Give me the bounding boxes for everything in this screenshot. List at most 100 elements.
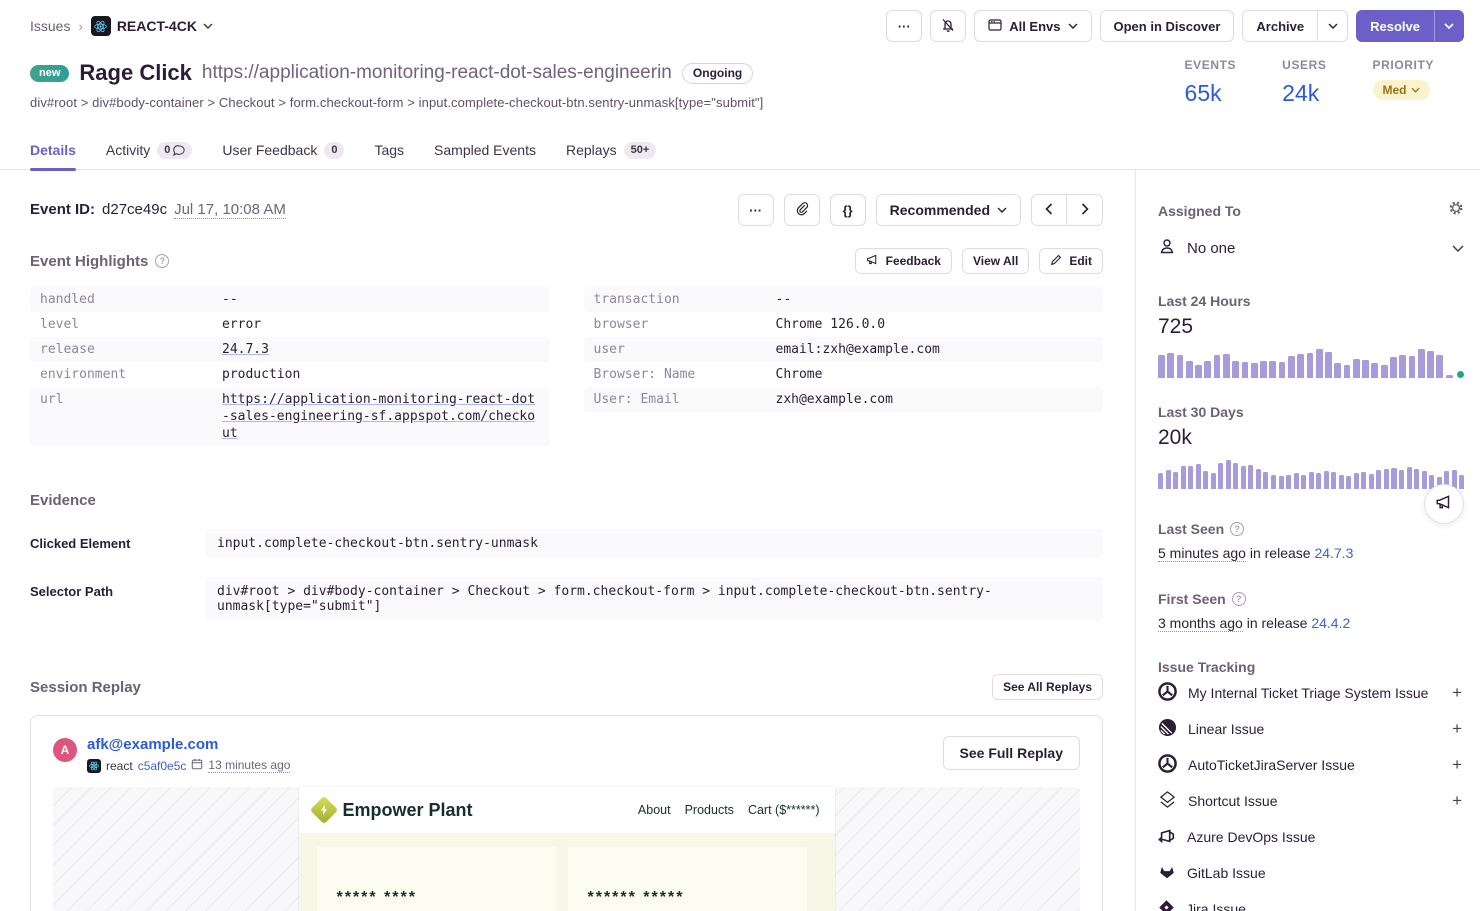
histogram-bar xyxy=(1196,464,1201,489)
mute-button[interactable] xyxy=(930,10,966,42)
site-nav-about: About xyxy=(638,803,671,817)
tab-activity[interactable]: Activity 0 xyxy=(106,130,192,170)
histogram-bar xyxy=(1288,356,1295,378)
histogram-bar xyxy=(1158,473,1163,489)
add-issue-button[interactable]: + xyxy=(1450,683,1464,703)
replay-id-link[interactable]: c5af0e5c xyxy=(138,759,187,773)
histogram-bar xyxy=(1427,351,1434,378)
tab-details[interactable]: Details xyxy=(30,130,76,170)
last-seen-value: 5 minutes ago in release 24.7.3 xyxy=(1158,545,1464,561)
replay-preview[interactable]: Empower Plant About Products Cart ($****… xyxy=(53,787,1080,911)
breadcrumb: Issues › REACT-4CK xyxy=(30,16,213,36)
archive-caret-button[interactable] xyxy=(1318,10,1348,42)
session-replay-heading: Session Replay xyxy=(30,679,141,696)
resolve-button[interactable]: Resolve xyxy=(1356,10,1434,42)
replay-user-link[interactable]: afk@example.com xyxy=(87,736,218,753)
tracking-item-label: Azure DevOps Issue xyxy=(1187,829,1449,845)
environments-label: All Envs xyxy=(1009,19,1060,34)
tracking-item-internal-triage[interactable]: My Internal Ticket Triage System Issue + xyxy=(1158,675,1464,711)
histogram-bar xyxy=(1286,475,1291,489)
help-icon[interactable]: ? xyxy=(155,254,169,268)
status-badge[interactable]: Ongoing xyxy=(682,63,753,84)
feedback-count-badge: 0 xyxy=(324,142,344,159)
histogram-bar xyxy=(1362,360,1369,378)
breadcrumb-issues-link[interactable]: Issues xyxy=(30,18,70,34)
recommended-dropdown[interactable]: Recommended xyxy=(876,194,1021,226)
last-seen-release-link[interactable]: 24.7.3 xyxy=(1314,545,1353,561)
stat-priority: PRIORITY Med xyxy=(1373,58,1434,107)
next-event-button[interactable] xyxy=(1067,194,1103,226)
histogram-bar xyxy=(1325,352,1332,378)
previous-event-button[interactable] xyxy=(1031,194,1067,226)
floating-feedback-button[interactable] xyxy=(1424,484,1464,524)
event-more-button[interactable]: ··· xyxy=(738,194,774,226)
issue-title: Rage Click xyxy=(79,60,192,86)
add-issue-button[interactable]: + xyxy=(1450,719,1464,739)
assignee-selector[interactable]: No one xyxy=(1158,237,1464,259)
environments-dropdown[interactable]: All Envs xyxy=(974,10,1091,42)
priority-badge[interactable]: Med xyxy=(1373,80,1430,100)
histogram-bar xyxy=(1223,354,1230,378)
events-label: EVENTS xyxy=(1185,58,1237,72)
product-card: ***** **** *** **** **** *** ******* Add… xyxy=(317,847,556,911)
tracking-item-shortcut[interactable]: Shortcut Issue + xyxy=(1158,783,1464,819)
tab-sampled-events[interactable]: Sampled Events xyxy=(434,130,536,170)
first-seen-ago[interactable]: 3 months ago xyxy=(1158,615,1243,632)
table-row: useremail:zxh@example.com xyxy=(584,337,1104,362)
last-24-hours-heading: Last 24 Hours xyxy=(1158,293,1464,309)
events-count[interactable]: 65k xyxy=(1185,80,1237,107)
attachments-button[interactable] xyxy=(784,194,820,226)
first-seen-release-link[interactable]: 24.4.2 xyxy=(1311,615,1350,631)
edit-button[interactable]: Edit xyxy=(1039,248,1103,274)
tab-label: Activity xyxy=(106,142,150,158)
avatar: A xyxy=(53,738,77,762)
table-row: browserChrome 126.0.0 xyxy=(584,312,1104,337)
histogram-bar xyxy=(1390,357,1397,378)
tab-replays[interactable]: Replays 50+ xyxy=(566,130,656,170)
see-full-replay-button[interactable]: See Full Replay xyxy=(943,736,1080,770)
tracking-item-azure-devops[interactable]: Azure DevOps Issue xyxy=(1158,819,1464,855)
replay-time-ago[interactable]: 13 minutes ago xyxy=(208,758,290,773)
tab-tags[interactable]: Tags xyxy=(374,130,404,170)
gear-icon[interactable] xyxy=(1448,200,1464,221)
more-options-button[interactable]: ··· xyxy=(886,10,922,42)
histogram-bar xyxy=(1188,466,1193,489)
feedback-button[interactable]: Feedback xyxy=(855,248,952,274)
histogram-bar xyxy=(1391,468,1396,489)
table-row: handled-- xyxy=(30,287,550,312)
histogram-bar xyxy=(1384,469,1389,489)
tracking-item-linear[interactable]: Linear Issue + xyxy=(1158,711,1464,747)
issue-tabs: Details Activity 0 User Feedback 0 Tags … xyxy=(0,130,1480,170)
event-timestamp[interactable]: Jul 17, 10:08 AM xyxy=(174,201,286,219)
histogram-bar xyxy=(1232,361,1239,378)
tracking-item-jira[interactable]: Jira Issue xyxy=(1158,891,1464,911)
tab-label: Details xyxy=(30,142,76,158)
see-all-replays-button[interactable]: See All Replays xyxy=(992,674,1103,700)
json-braces-icon: {} xyxy=(843,203,853,218)
histogram-bar xyxy=(1203,471,1208,489)
megaphone-icon xyxy=(1435,493,1453,516)
help-icon[interactable]: ? xyxy=(1232,592,1246,606)
tracking-item-gitlab[interactable]: GitLab Issue xyxy=(1158,855,1464,891)
selector-path-row: Selector Path div#root > div#body-contai… xyxy=(30,577,1103,621)
open-in-discover-button[interactable]: Open in Discover xyxy=(1100,10,1235,42)
last-seen-ago[interactable]: 5 minutes ago xyxy=(1158,545,1246,562)
tracking-item-label: AutoTicketJiraServer Issue xyxy=(1188,757,1439,773)
tab-user-feedback[interactable]: User Feedback 0 xyxy=(222,130,344,170)
url-link[interactable]: https://application-monitoring-react-dot… xyxy=(222,391,540,442)
add-issue-button[interactable]: + xyxy=(1450,791,1464,811)
histogram-bar xyxy=(1256,469,1261,489)
view-all-button[interactable]: View All xyxy=(962,248,1029,274)
help-icon[interactable]: ? xyxy=(1230,522,1244,536)
breadcrumb-project[interactable]: REACT-4CK xyxy=(91,16,213,36)
histogram-bar xyxy=(1339,475,1344,490)
archive-button[interactable]: Archive xyxy=(1242,10,1318,42)
resolve-caret-button[interactable] xyxy=(1434,10,1464,42)
release-link[interactable]: 24.7.3 xyxy=(222,341,540,358)
add-issue-button[interactable]: + xyxy=(1450,755,1464,775)
tracking-item-autoticketjiraserver[interactable]: AutoTicketJiraServer Issue + xyxy=(1158,747,1464,783)
new-badge: new xyxy=(30,65,69,82)
users-count[interactable]: 24k xyxy=(1282,80,1326,107)
histogram-bar xyxy=(1241,466,1246,489)
view-json-button[interactable]: {} xyxy=(830,194,866,226)
